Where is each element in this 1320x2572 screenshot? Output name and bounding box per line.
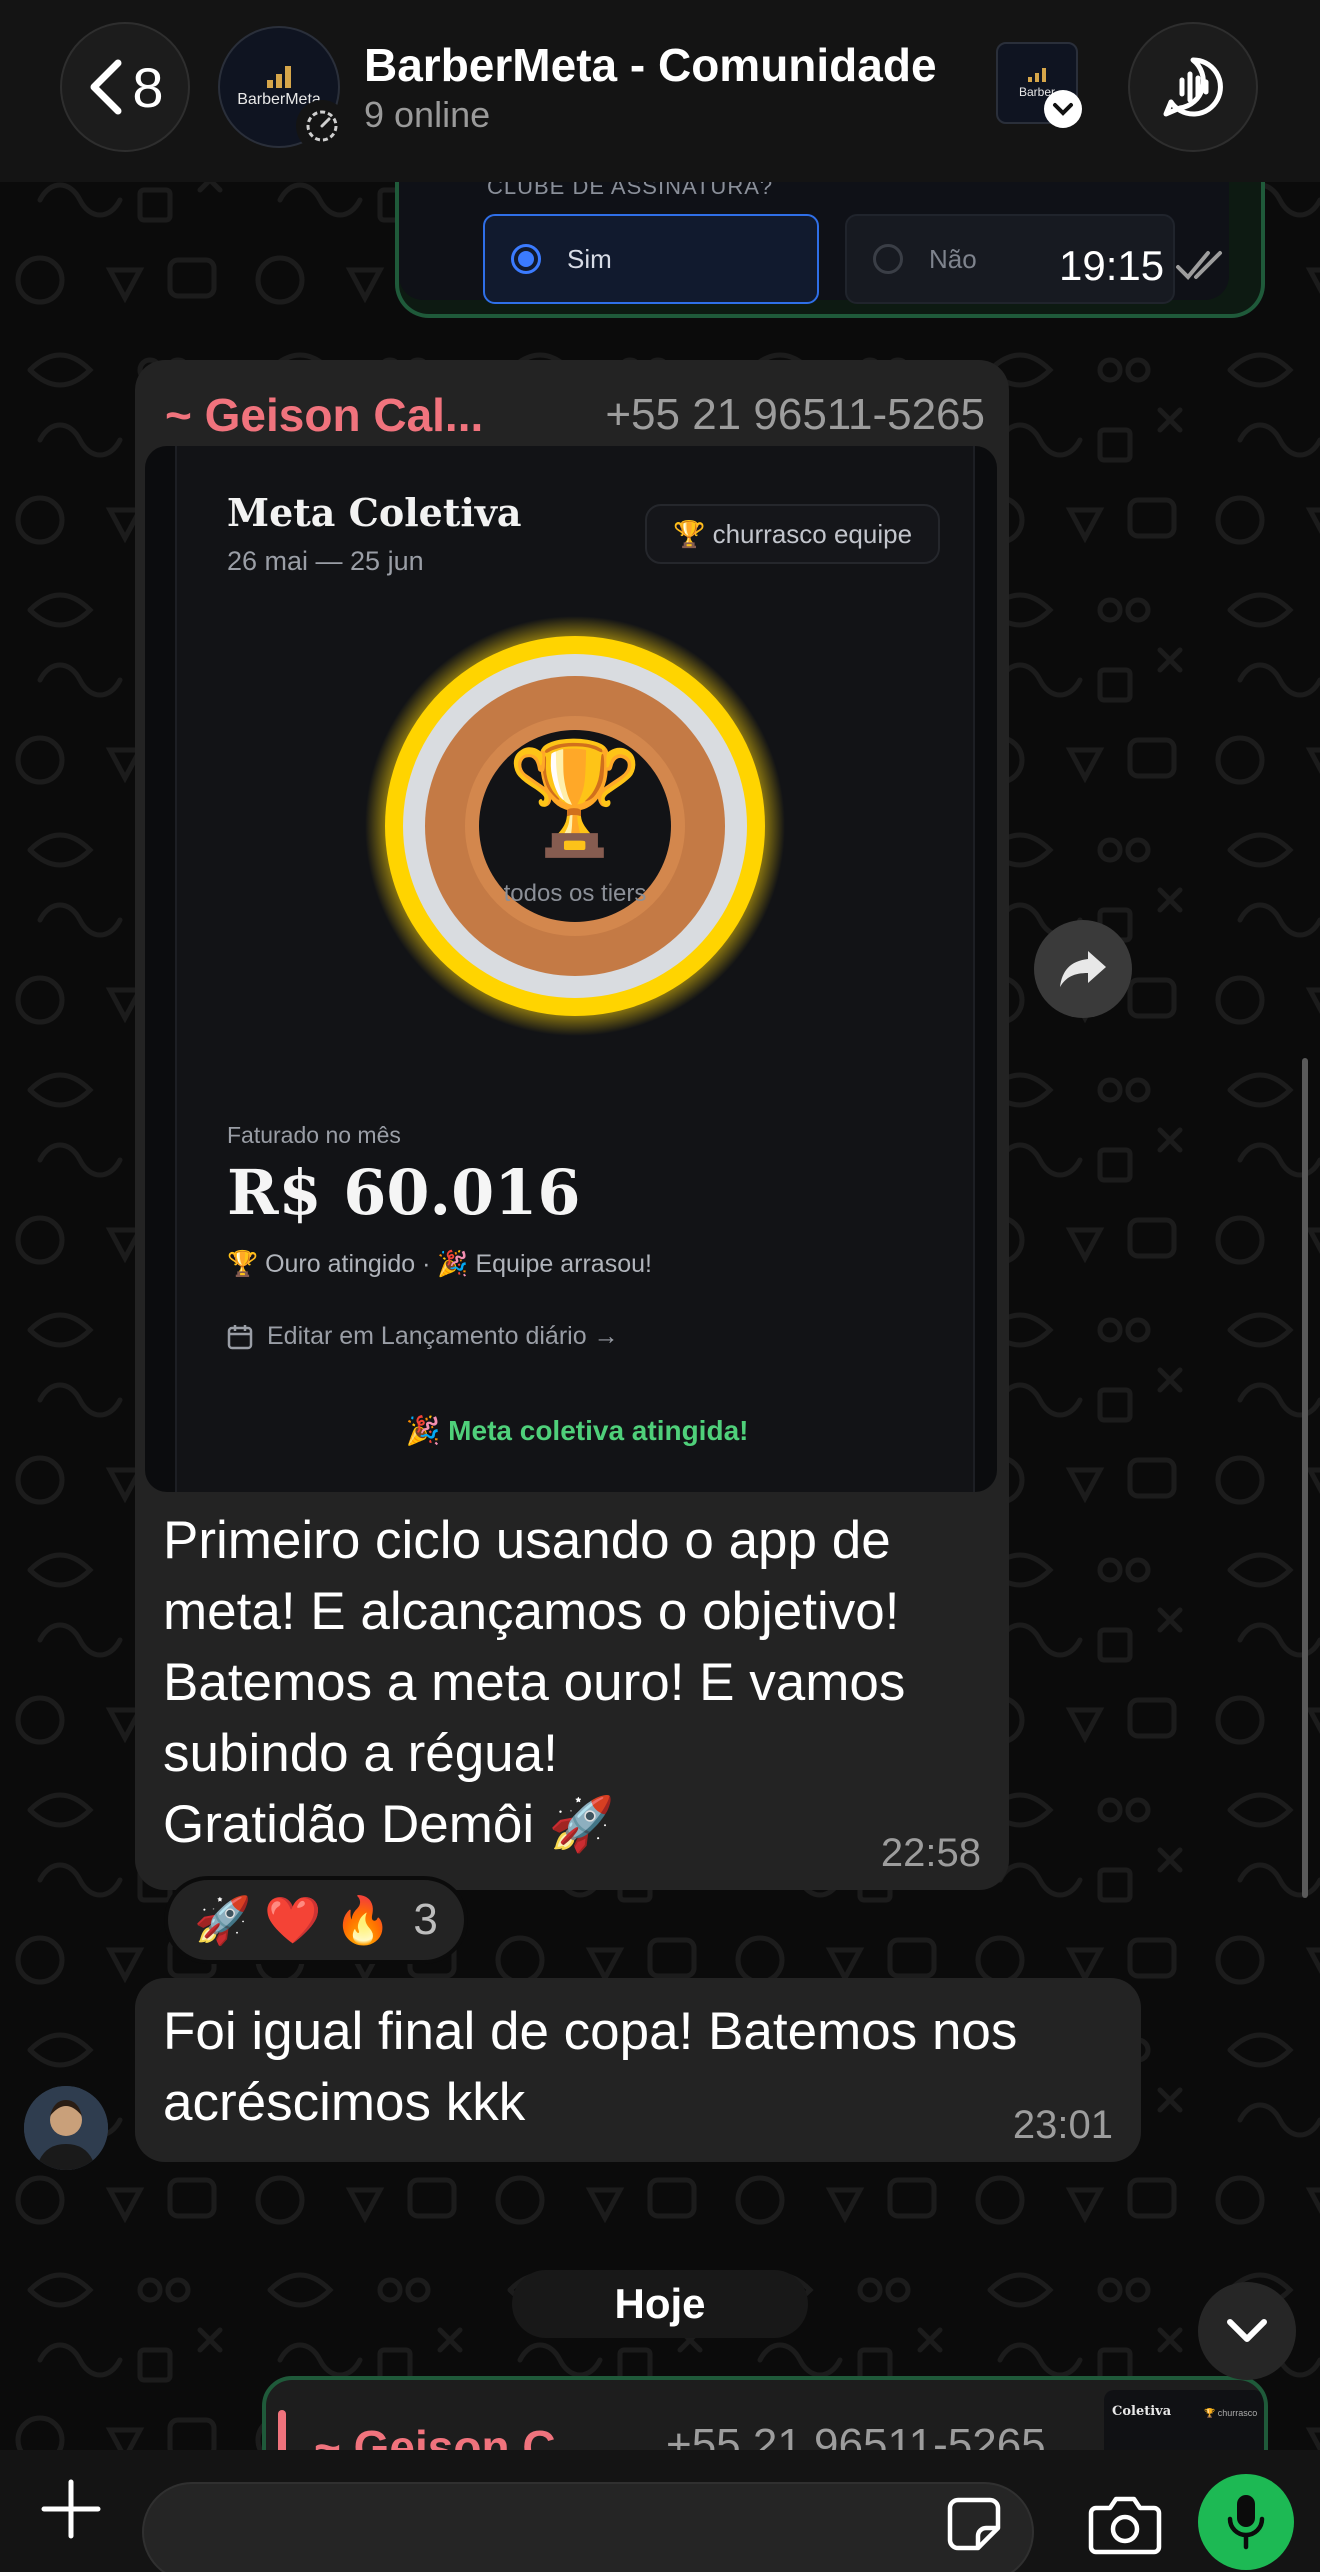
radio-unselected-icon bbox=[873, 244, 903, 274]
community-logo[interactable]: Barber bbox=[996, 42, 1082, 128]
card-dates: 26 mai — 25 jun bbox=[227, 546, 424, 576]
message-line: acréscimos kkk bbox=[163, 2073, 526, 2132]
message-line: Primeiro ciclo usando o app de bbox=[163, 1511, 891, 1570]
reactions-pill[interactable]: 🚀 ❤️ 🔥 3 bbox=[164, 1876, 468, 1964]
chevron-down-icon bbox=[1044, 90, 1082, 128]
microphone-button[interactable] bbox=[1198, 2474, 1294, 2570]
group-title[interactable]: BarberMeta - Comunidade bbox=[364, 38, 937, 92]
microphone-icon bbox=[1227, 2495, 1265, 2550]
sticker-icon bbox=[947, 2497, 1001, 2551]
message-text: Foi igual final de copa! Batemos nos acr… bbox=[163, 1996, 1123, 2138]
scroll-to-bottom-button[interactable] bbox=[1198, 2282, 1296, 2380]
group-avatar[interactable]: BarberMeta bbox=[218, 26, 348, 152]
card-title: Meta Coletiva bbox=[227, 490, 522, 535]
message-line: subindo a régua! bbox=[163, 1724, 558, 1783]
logo-bars-icon bbox=[267, 65, 291, 88]
revenue-value: R$ 60.016 bbox=[227, 1156, 581, 1229]
sender-row: ~ Geison Cal... +55 21 96511-5265 bbox=[165, 380, 985, 450]
poll-time: 19:15 bbox=[1059, 242, 1165, 289]
sender-phone: +55 21 96511-5265 bbox=[605, 390, 985, 439]
revenue-label: Faturado no mês bbox=[227, 1122, 401, 1148]
unread-count: 8 bbox=[132, 55, 164, 119]
edit-link-label: Editar em Lançamento diário → bbox=[267, 1322, 619, 1350]
tier-status: 🏆 Ouro atingido · 🎉 Equipe arrasou! bbox=[227, 1250, 652, 1278]
double-check-icon bbox=[1176, 251, 1223, 280]
camera-icon bbox=[1088, 2496, 1162, 2555]
composer-bar bbox=[0, 2450, 1320, 2572]
voice-chat-button[interactable] bbox=[1128, 22, 1258, 152]
message-input[interactable] bbox=[142, 2482, 1034, 2572]
camera-button[interactable] bbox=[1088, 2494, 1162, 2556]
calendar-icon bbox=[227, 1324, 253, 1349]
disappearing-timer-icon bbox=[296, 100, 348, 152]
chevron-left-icon bbox=[90, 59, 122, 115]
ring-label: todos os tiers bbox=[503, 880, 647, 907]
meta-card: Meta Coletiva 26 mai — 25 jun 🏆 churrasc… bbox=[175, 446, 975, 1492]
radio-selected-icon bbox=[511, 244, 541, 274]
poll-option-label: Não bbox=[929, 243, 977, 274]
edit-link: Editar em Lançamento diário → bbox=[227, 1322, 619, 1351]
goal-banner: 🎉 Meta coletiva atingida! bbox=[405, 1415, 749, 1446]
sender-name[interactable]: ~ Geison Cal... bbox=[165, 388, 483, 442]
online-status: 9 online bbox=[364, 94, 491, 135]
chat-header: 8 BarberMeta BarberMeta - Comunidade 9 o… bbox=[0, 0, 1320, 182]
message-timestamp: 19:15 bbox=[1059, 242, 1232, 290]
message-line: Foi igual final de copa! Batemos nos bbox=[163, 2002, 1018, 2061]
share-arrow-icon bbox=[1060, 951, 1106, 987]
sticker-button[interactable] bbox=[946, 2496, 1002, 2552]
logo-bars-icon bbox=[1028, 67, 1046, 82]
forward-button[interactable] bbox=[1034, 920, 1132, 1018]
message-timestamp: 22:58 bbox=[880, 1831, 981, 1875]
message-line: Batemos a meta ouro! E vamos bbox=[163, 1653, 906, 1712]
tier-rings: 🏆 todos os tiers bbox=[365, 616, 785, 1036]
poll-option-label: Sim bbox=[567, 243, 612, 274]
reaction-emojis: 🚀 ❤️ 🔥 bbox=[194, 1893, 392, 1946]
message-timestamp: 23:01 bbox=[1012, 2103, 1113, 2147]
message-line: Gratidão Demôi 🚀 bbox=[163, 1795, 615, 1854]
incoming-message-bubble[interactable]: ~ Geison Cal... +55 21 96511-5265 Meta C… bbox=[135, 360, 1009, 1890]
back-button[interactable]: 8 bbox=[60, 22, 190, 152]
trophy-icon: 🏆 bbox=[506, 737, 644, 860]
message-text: Primeiro ciclo usando o app de meta! E a… bbox=[163, 1505, 993, 1860]
reward-chip: 🏆 churrasco equipe bbox=[645, 504, 941, 564]
poll-option-sim[interactable]: Sim bbox=[483, 214, 819, 304]
plus-icon bbox=[41, 2479, 101, 2539]
voice-chat-icon bbox=[1163, 57, 1223, 117]
attach-button[interactable] bbox=[36, 2474, 106, 2544]
incoming-message-bubble[interactable]: Foi igual final de copa! Batemos nos acr… bbox=[135, 1978, 1141, 2162]
person-avatar-icon bbox=[24, 2086, 108, 2170]
reaction-count: 3 bbox=[413, 1895, 438, 1944]
shared-image[interactable]: Meta Coletiva 26 mai — 25 jun 🏆 churrasc… bbox=[145, 446, 997, 1492]
sender-avatar[interactable] bbox=[24, 2086, 108, 2170]
day-divider: Hoje bbox=[512, 2270, 808, 2338]
scrollbar[interactable] bbox=[1302, 1058, 1308, 1898]
chevron-down-icon bbox=[1227, 2319, 1267, 2342]
message-line: meta! E alcançamos o objetivo! bbox=[163, 1582, 900, 1641]
